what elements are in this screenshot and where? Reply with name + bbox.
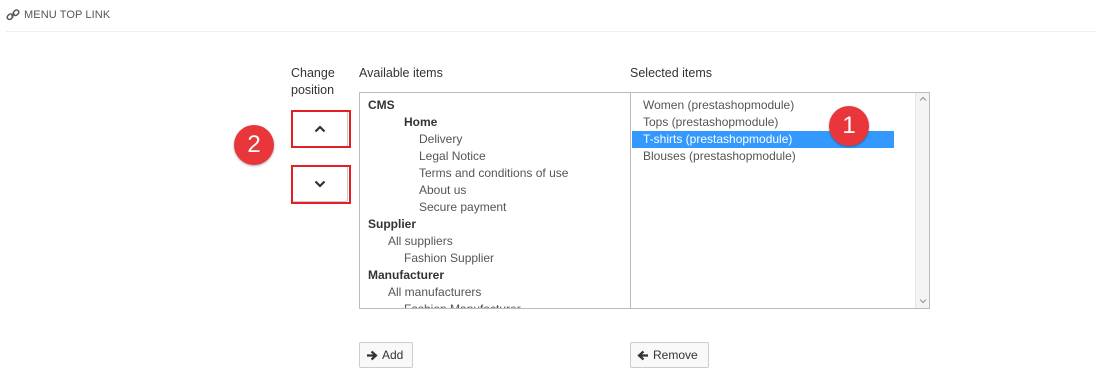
selected-items-label: Selected items — [630, 66, 712, 80]
available-items-list[interactable]: CMS Home Delivery Legal Notice Terms and con… — [359, 92, 631, 309]
list-item[interactable]: All manufacturers — [360, 284, 630, 301]
list-item[interactable]: Fashion Manufacturer — [360, 301, 630, 308]
remove-button-label: Remove — [653, 348, 698, 362]
chevron-up-icon — [314, 125, 326, 133]
selected-list-scrollbar[interactable] — [915, 93, 929, 308]
list-item[interactable]: Delivery — [360, 131, 630, 148]
panel-title: MENU TOP LINK — [24, 9, 111, 21]
add-button-label: Add — [382, 348, 404, 362]
scroll-down-icon[interactable] — [919, 297, 927, 305]
scroll-up-icon[interactable] — [919, 95, 927, 103]
chevron-down-icon — [314, 180, 326, 188]
selected-items-list[interactable]: Women (prestashopmodule) Tops (prestashop… — [630, 92, 930, 309]
arrow-left-icon — [637, 350, 648, 360]
list-item[interactable]: Fashion Supplier — [360, 250, 630, 267]
list-item[interactable]: About us — [360, 182, 630, 199]
panel-heading: MENU TOP LINK — [6, 9, 1096, 32]
callout-badge-2: 2 — [234, 125, 274, 165]
change-position-label: Change position — [291, 66, 335, 97]
option-group-label: CMS — [368, 98, 395, 112]
option-group-label: Manufacturer — [368, 268, 445, 282]
link-icon — [6, 9, 20, 21]
option-group-label: Home — [404, 115, 438, 129]
option-group-label: Supplier — [368, 217, 417, 231]
move-down-button[interactable] — [292, 166, 348, 202]
callout-badge-1: 1 — [829, 106, 869, 146]
list-item[interactable]: All suppliers — [360, 233, 630, 250]
remove-button[interactable]: Remove — [630, 342, 709, 368]
available-items-label: Available items — [359, 66, 443, 80]
add-button[interactable]: Add — [359, 342, 413, 368]
arrow-right-icon — [367, 350, 378, 360]
list-item[interactable]: Terms and conditions of use — [360, 165, 630, 182]
move-up-button[interactable] — [292, 111, 348, 147]
list-item[interactable]: Legal Notice — [360, 148, 630, 165]
list-item[interactable]: Blouses (prestashopmodule) — [632, 148, 894, 165]
list-item[interactable]: Secure payment — [360, 199, 630, 216]
